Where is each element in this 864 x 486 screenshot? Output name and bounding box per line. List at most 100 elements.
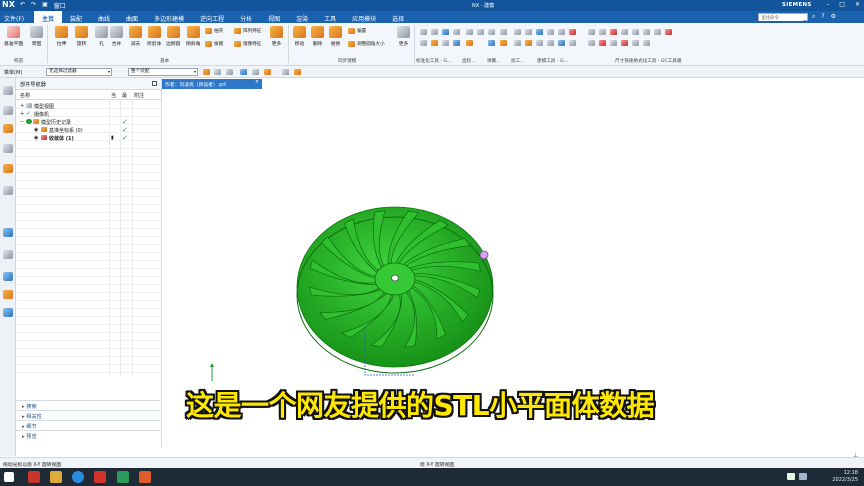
trim-body-button[interactable]: 修剪体 (147, 26, 161, 47)
redo-icon[interactable]: ↷ (31, 1, 36, 10)
tree-node-datum-csys[interactable]: ◉ 基准坐标系 (0) ✓ (16, 126, 160, 134)
unite-button[interactable]: 合并 (110, 26, 123, 47)
dimension-tool-icon[interactable] (610, 29, 617, 35)
dimension-tool-icon[interactable] (643, 29, 650, 35)
group-label-gear[interactable]: 齿轮... (462, 58, 476, 64)
column-notes[interactable]: 附注 (134, 92, 144, 99)
tool-icon[interactable] (453, 29, 460, 35)
view-icon[interactable] (294, 69, 301, 75)
dimension-tool-icon[interactable] (599, 40, 606, 46)
more-base-button[interactable]: 更多 (270, 26, 283, 47)
close-icon[interactable]: ✕ (255, 80, 259, 85)
build-tool-icon[interactable] (558, 40, 565, 46)
replace-face-button[interactable]: 替换 (329, 26, 342, 47)
main-menu-button[interactable]: 菜单(M) (4, 69, 22, 76)
snap-icon[interactable] (203, 69, 210, 75)
machining-tool-icon[interactable] (500, 40, 507, 46)
selection-scope-dropdown[interactable]: 整个装配 ▾ (128, 68, 198, 76)
file-menu[interactable]: 文件(F) (4, 14, 24, 23)
gear-tool-icon[interactable] (466, 40, 473, 46)
maximize-icon[interactable] (152, 81, 157, 86)
dimension-tool-icon[interactable] (621, 29, 628, 35)
column-current[interactable]: 当 (111, 92, 116, 99)
panel-dependencies[interactable]: 相关性 (16, 410, 160, 420)
offset-region-button[interactable]: 偏置 (348, 28, 366, 34)
mirror-feature-button[interactable]: 镜像特征 (234, 41, 261, 47)
help-icon[interactable]: ? (821, 13, 824, 21)
tab-selection[interactable]: 选择 (384, 11, 412, 23)
eye-icon[interactable]: ◉ (34, 127, 38, 133)
window-menu[interactable]: 窗口 (54, 1, 66, 10)
column-name[interactable]: 名称 (20, 92, 30, 99)
snap-icon[interactable] (240, 69, 247, 75)
panel-details[interactable]: 细节 (16, 420, 160, 430)
tool-icon[interactable] (431, 40, 438, 46)
pattern-feature-button[interactable]: 阵列特征 (234, 28, 261, 34)
tab-surface[interactable]: 曲面 (118, 11, 146, 23)
build-tool-icon[interactable] (514, 29, 521, 35)
taskbar-app-icon[interactable] (28, 471, 40, 483)
tree-node-cameras[interactable]: + ✓ 摄像机 (16, 110, 160, 118)
chamfer-button[interactable]: 倒斜角 (186, 26, 200, 47)
dimension-tool-icon[interactable] (643, 40, 650, 46)
build-tool-icon[interactable] (569, 40, 576, 46)
process-studio-icon[interactable] (3, 272, 13, 281)
sketch-button[interactable]: 草图 (30, 26, 43, 47)
extrude-button[interactable]: 拉伸 (55, 26, 68, 47)
delete-face-button[interactable]: 删除 (311, 26, 324, 47)
command-search[interactable] (758, 13, 808, 21)
panel-search[interactable]: 搜索 (16, 400, 160, 410)
tray-icon[interactable] (799, 473, 807, 480)
close-icon[interactable]: ✕ (855, 1, 860, 8)
dimension-tool-icon[interactable] (610, 40, 617, 46)
minimize-icon[interactable]: – (826, 1, 829, 8)
build-tool-icon[interactable] (514, 40, 521, 46)
build-tool-icon[interactable] (536, 29, 543, 35)
undo-icon[interactable]: ↶ (20, 1, 25, 10)
tree-node-model-history[interactable]: − 模型历史记录 ✓ (16, 118, 160, 126)
edge-blend-button[interactable]: 边倒圆 (166, 26, 180, 47)
history-icon[interactable] (3, 250, 13, 259)
tool-icon[interactable] (420, 40, 427, 46)
tab-reverse-engineering[interactable]: 逆向工程 (192, 11, 232, 23)
revolve-button[interactable]: 旋转 (75, 26, 88, 47)
dimension-tool-icon[interactable] (599, 29, 606, 35)
panel-preview[interactable]: 预览 (16, 430, 160, 440)
hole-button[interactable]: 孔 (95, 26, 108, 47)
hd3d-tools-icon[interactable] (3, 186, 13, 195)
dimension-tool-icon[interactable] (632, 40, 639, 46)
expand-icon[interactable]: + (20, 103, 24, 109)
taskbar-app-icon[interactable] (139, 471, 151, 483)
command-search-input[interactable] (759, 14, 803, 21)
draft-button[interactable]: 拔模 (205, 41, 223, 47)
spring-tool-icon[interactable] (488, 40, 495, 46)
move-face-button[interactable]: 移动 (293, 26, 306, 47)
nx-taskbar-icon[interactable] (94, 471, 106, 483)
maximize-icon[interactable]: □ (839, 1, 845, 8)
document-tab[interactable]: 作者：刘凌亮（四设者）.prt ✕ (162, 79, 262, 89)
rotation-point-marker[interactable] (479, 250, 489, 260)
constraint-navigator-icon[interactable] (3, 144, 13, 153)
collapse-icon[interactable]: − (20, 119, 24, 125)
build-tool-icon[interactable] (525, 29, 532, 35)
build-tool-icon[interactable] (525, 40, 532, 46)
save-icon[interactable]: ▣ (42, 1, 48, 10)
dimension-tool-icon[interactable] (654, 29, 661, 35)
tool-icon[interactable] (442, 29, 449, 35)
file-explorer-icon[interactable] (50, 471, 62, 483)
build-tool-icon[interactable] (536, 40, 543, 46)
dimension-tool-icon[interactable] (632, 29, 639, 35)
taskbar-app-icon[interactable] (117, 471, 129, 483)
resize-blend-button[interactable]: 调整圆角大小 (348, 41, 385, 47)
more-sync-button[interactable]: 更多 (397, 26, 410, 47)
tree-node-convergent-body[interactable]: ◉ 收敛体 (1) ▮ ✓ (16, 134, 160, 142)
tree-node-model-views[interactable]: + 模型视图 (16, 102, 160, 110)
tray-clock[interactable]: 12:18 2022/3/25 (832, 470, 858, 483)
group-label-standard[interactable]: 标准化工具 - G... (416, 58, 452, 64)
spring-tool-icon[interactable] (488, 29, 495, 35)
tool-icon[interactable] (442, 40, 449, 46)
group-label-dimension-tools[interactable]: 尺寸快速格式化工具 - GC工具箱 (615, 58, 681, 64)
tool-icon[interactable] (420, 29, 427, 35)
gear-tool-icon[interactable] (477, 29, 484, 35)
group-label-spring[interactable]: 弹簧... (487, 58, 501, 64)
